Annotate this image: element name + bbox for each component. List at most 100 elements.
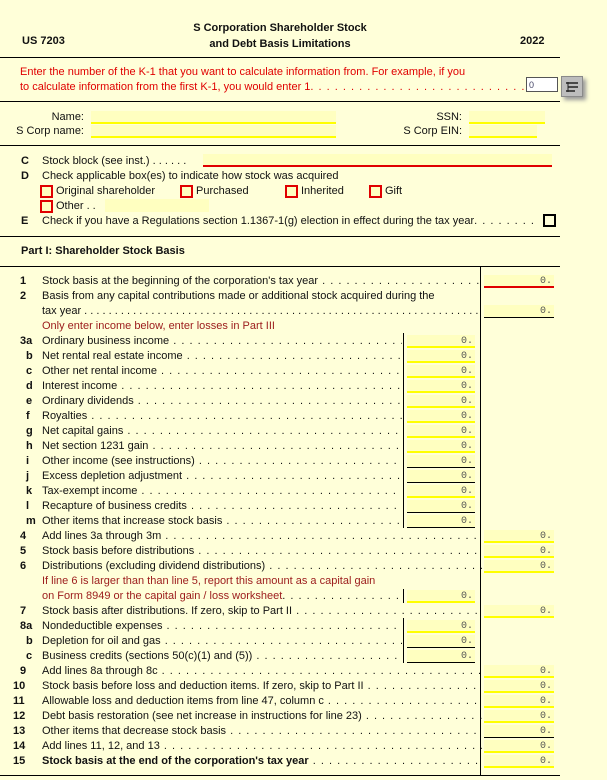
income-note: Only enter income below, enter losses in… <box>42 320 275 332</box>
line-i-value[interactable]: 0. <box>407 455 475 468</box>
name-field[interactable] <box>91 111 336 124</box>
line-label: Tax-exempt income . . . . . . . . . . . … <box>42 485 402 497</box>
scorp-ein-label: S Corp EIN: <box>403 125 462 137</box>
line-number: d <box>26 380 33 392</box>
line-label: Add lines 8a through 8c . . . . . . . . … <box>42 665 482 677</box>
line-f-value[interactable]: 0. <box>407 410 475 423</box>
line-l-value[interactable]: 0. <box>407 500 475 513</box>
list-select-icon <box>566 81 578 92</box>
line-b-value[interactable]: 0. <box>407 350 475 363</box>
divider <box>0 145 560 146</box>
line-label: Royalties . . . . . . . . . . . . . . . … <box>42 410 402 422</box>
line-number: b <box>26 635 33 647</box>
scorp-name-field[interactable] <box>91 125 336 138</box>
form-id: US 7203 <box>22 35 65 47</box>
line-number: 7 <box>20 605 27 617</box>
section-d-label: Check applicable box(es) to indicate how… <box>42 170 339 182</box>
line6-capital-gain-value[interactable]: 0. <box>407 590 475 603</box>
line-d-value[interactable]: 0. <box>407 380 475 393</box>
line-label: Add lines 3a through 3m . . . . . . . . … <box>42 530 482 542</box>
line-number: i <box>26 455 30 467</box>
line-7-value[interactable]: 0. <box>484 605 554 618</box>
line-number: 12 <box>13 710 26 722</box>
line-10-value[interactable]: 0. <box>484 680 554 693</box>
line-label: Other income (see instructions) . . . . … <box>42 455 402 467</box>
line-number: c <box>26 365 33 377</box>
other-checkbox[interactable] <box>40 200 53 213</box>
line-number: f <box>26 410 30 422</box>
inherited-checkbox[interactable] <box>285 185 298 198</box>
divider <box>0 101 560 102</box>
line-h-value[interactable]: 0. <box>407 440 475 453</box>
stock-block-field[interactable] <box>203 154 552 167</box>
scorp-ein-field[interactable] <box>469 125 537 138</box>
section-d-letter: D <box>21 170 29 182</box>
line-9-value[interactable]: 0. <box>484 665 554 678</box>
line-2-value[interactable]: 0. <box>484 305 554 318</box>
ssn-field[interactable] <box>469 111 545 124</box>
line-label: Stock basis before loss and deduction it… <box>42 680 482 692</box>
line-m-value[interactable]: 0. <box>407 515 475 528</box>
k1-instruction-line2: to calculate information from the first … <box>20 81 311 93</box>
leader-dots: . . . . . . . . . . . . . . . . . . . . … <box>310 81 525 93</box>
election-checkbox[interactable] <box>543 214 556 227</box>
line-8a-value[interactable]: 0. <box>407 620 475 633</box>
line-4-value[interactable]: 0. <box>484 530 554 543</box>
line-label: Net capital gains . . . . . . . . . . . … <box>42 425 402 437</box>
line-label: Add lines 11, 12, and 13 . . . . . . . .… <box>42 740 482 752</box>
line-label: Stock basis after distributions. If zero… <box>42 605 482 617</box>
line-label: Net section 1231 gain . . . . . . . . . … <box>42 440 402 452</box>
line-11-value[interactable]: 0. <box>484 695 554 708</box>
line-number: 15 <box>13 755 26 767</box>
line-b-value[interactable]: 0. <box>407 635 475 648</box>
line-label: Stock basis before distributions . . . .… <box>42 545 482 557</box>
line-number: m <box>26 515 36 527</box>
inherited-label: Inherited <box>301 185 344 197</box>
section-e-label: Check if you have a Regulations section … <box>42 215 475 227</box>
line-number: e <box>26 395 33 407</box>
line-12-value[interactable]: 0. <box>484 710 554 723</box>
line-13-value[interactable]: 0. <box>484 725 554 738</box>
line-6-value[interactable]: 0. <box>484 560 554 573</box>
gift-checkbox[interactable] <box>369 185 382 198</box>
line-number: k <box>26 485 33 497</box>
line-label: Other items that decrease stock basis . … <box>42 725 482 737</box>
line-label: Other items that increase stock basis . … <box>42 515 402 527</box>
line-number: 2 <box>20 290 27 302</box>
line-3a-value[interactable]: 0. <box>407 335 475 348</box>
line-j-value[interactable]: 0. <box>407 470 475 483</box>
line-c-value[interactable]: 0. <box>407 365 475 378</box>
k1-select-button[interactable] <box>561 76 583 97</box>
original-shareholder-checkbox[interactable] <box>40 185 53 198</box>
divider <box>0 775 560 776</box>
line-number: l <box>26 500 30 512</box>
k1-number-input[interactable] <box>526 77 558 92</box>
part1-title: Part I: Shareholder Stock Basis <box>21 245 185 257</box>
line-1-value[interactable]: 0. <box>484 275 554 288</box>
line-number: 4 <box>20 530 27 542</box>
other-label: Other . . <box>56 200 96 212</box>
other-field[interactable] <box>105 199 209 212</box>
line-c-value[interactable]: 0. <box>407 650 475 663</box>
line-g-value[interactable]: 0. <box>407 425 475 438</box>
line-e-value[interactable]: 0. <box>407 395 475 408</box>
divider <box>0 57 560 58</box>
line-number: 5 <box>20 545 27 557</box>
line-label: Recapture of business credits . . . . . … <box>42 500 402 512</box>
line-label: Interest income . . . . . . . . . . . . … <box>42 380 402 392</box>
ssn-label: SSN: <box>436 111 462 123</box>
purchased-checkbox[interactable] <box>180 185 193 198</box>
mid-column-divider <box>403 618 404 663</box>
line-14-value[interactable]: 0. <box>484 740 554 753</box>
line-k-value[interactable]: 0. <box>407 485 475 498</box>
line-label: Stock basis at the beginning of the corp… <box>42 275 482 287</box>
line-5-value[interactable]: 0. <box>484 545 554 558</box>
line-15-value[interactable]: 0. <box>484 755 554 768</box>
mid-column-divider <box>403 333 404 528</box>
line-label: Depletion for oil and gas . . . . . . . … <box>42 635 402 647</box>
original-shareholder-label: Original shareholder <box>56 185 156 197</box>
line-label: Excess depletion adjustment . . . . . . … <box>42 470 402 482</box>
line-number: 9 <box>20 665 27 677</box>
line-number: j <box>26 470 30 482</box>
line6-note-2: on Form 8949 or the capital gain / loss … <box>42 590 283 602</box>
